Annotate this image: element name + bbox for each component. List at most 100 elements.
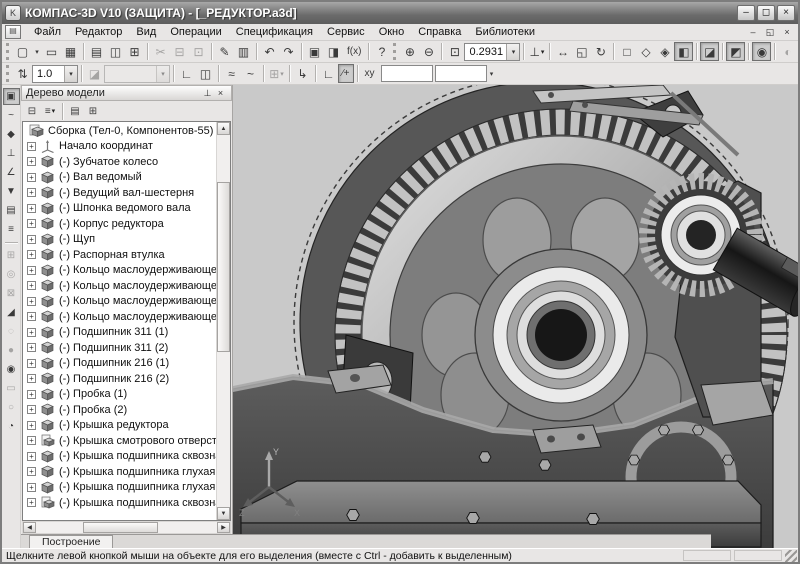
rib-operation-button[interactable]: ◉: [3, 361, 20, 378]
panel-header[interactable]: Дерево модели ⊥ ×: [21, 85, 232, 101]
toolbar-options-button[interactable]: ▾: [487, 64, 497, 83]
xy-indicator-button[interactable]: xy: [361, 64, 379, 83]
filters-panel-button[interactable]: ▼: [3, 183, 20, 200]
expand-icon[interactable]: +: [27, 235, 36, 244]
tree-item[interactable]: +(-) Вал ведомый: [23, 170, 216, 186]
scroll-up-icon[interactable]: ▲: [217, 122, 230, 135]
reports-panel-button[interactable]: ≡: [3, 221, 20, 238]
expand-icon[interactable]: +: [27, 421, 36, 430]
surfaces-panel-button[interactable]: ◆: [3, 126, 20, 143]
orientation-button[interactable]: ⊥▾: [527, 42, 546, 61]
scroll-right-icon[interactable]: ▶: [217, 522, 230, 533]
mdi-close-button[interactable]: ×: [780, 26, 794, 39]
menu-file[interactable]: Файл: [27, 25, 68, 39]
horizontal-scrollbar[interactable]: ◀ ▶: [22, 521, 231, 534]
change-step-button[interactable]: ⇅: [13, 64, 32, 83]
phantoms-mode-button[interactable]: ◫: [196, 64, 215, 83]
tree-item[interactable]: +(-) Щуп: [23, 232, 216, 248]
expand-icon[interactable]: +: [27, 297, 36, 306]
panel-close-icon[interactable]: ×: [214, 87, 227, 99]
expand-icon[interactable]: +: [27, 483, 36, 492]
measurements-panel-button[interactable]: ∠: [3, 164, 20, 181]
menu-window[interactable]: Окно: [372, 25, 412, 39]
expand-icon[interactable]: +: [27, 436, 36, 445]
tree-item[interactable]: +(-) Крышка подшипника глухая: [23, 464, 216, 480]
spline-tool-button[interactable]: ≈: [222, 64, 241, 83]
expand-icon[interactable]: +: [27, 452, 36, 461]
simplified-display-button[interactable]: ◉: [752, 42, 771, 61]
display-wireframe-button[interactable]: □: [617, 42, 636, 61]
expand-icon[interactable]: +: [27, 142, 36, 151]
menu-libraries[interactable]: Библиотеки: [468, 25, 542, 39]
tree-item[interactable]: +(-) Подшипник 216 (2): [23, 371, 216, 387]
tree-item[interactable]: +(-) Распорная втулка: [23, 247, 216, 263]
rotate-view-button[interactable]: ↻: [591, 42, 610, 61]
zoom-fit-button[interactable]: ◱: [572, 42, 591, 61]
expand-icon[interactable]: +: [27, 359, 36, 368]
expand-icon[interactable]: +: [27, 374, 36, 383]
resize-grip[interactable]: [785, 550, 797, 562]
tree-item[interactable]: +(-) Шпонка ведомого вала: [23, 201, 216, 217]
tree-root-item[interactable]: Сборка (Тел-0, Компонентов-55): [23, 123, 216, 139]
tab-construction[interactable]: Построение: [29, 535, 113, 548]
tree-item[interactable]: +(-) Корпус редуктора: [23, 216, 216, 232]
variables-button[interactable]: f(x): [343, 42, 365, 61]
mdi-restore-button[interactable]: ◱: [763, 26, 777, 39]
display-section-button[interactable]: ◩: [726, 42, 745, 61]
tree-item[interactable]: +(-) Кольцо маслоудерживающее 1 (2): [23, 294, 216, 310]
library-manager-button[interactable]: ◨: [324, 42, 343, 61]
local-frames-button[interactable]: ↳: [293, 64, 312, 83]
expand-icon[interactable]: +: [27, 266, 36, 275]
expand-icon[interactable]: +: [27, 204, 36, 213]
tree-item[interactable]: +(-) Крышка редуктора: [23, 418, 216, 434]
toolbar-grip[interactable]: [6, 43, 9, 60]
menu-editor[interactable]: Редактор: [68, 25, 129, 39]
relations-panel-button[interactable]: ▤: [66, 103, 84, 119]
snap-toggle-button[interactable]: ∕+: [338, 64, 354, 83]
tree-item[interactable]: +(-) Кольцо маслоудерживающее 1 (1): [23, 263, 216, 279]
expand-icon[interactable]: +: [27, 328, 36, 337]
expand-icon[interactable]: +: [27, 498, 36, 507]
scrollbar-thumb[interactable]: [83, 522, 158, 533]
mdi-minimize-button[interactable]: –: [746, 26, 760, 39]
grid-dropdown-icon[interactable]: ▾: [280, 70, 284, 78]
menu-service[interactable]: Сервис: [320, 25, 372, 39]
tree-item[interactable]: +(-) Кольцо маслоудерживающее 2 (1): [23, 278, 216, 294]
pan-button[interactable]: ↔: [553, 42, 572, 61]
tree-item[interactable]: +(-) Крышка подшипника сквозная: [23, 495, 216, 511]
print-preview-button[interactable]: ◫: [106, 42, 125, 61]
new-document-button[interactable]: ▢: [13, 42, 32, 61]
tree-item[interactable]: +(-) Зубчатое колесо: [23, 154, 216, 170]
open-document-button[interactable]: ▭: [42, 42, 61, 61]
tree-item[interactable]: +(-) Кольцо маслоудерживающее 2 (2): [23, 309, 216, 325]
expand-icon[interactable]: +: [27, 390, 36, 399]
undo-button[interactable]: ↶: [260, 42, 279, 61]
current-step[interactable]: 1.0▾: [32, 65, 78, 83]
spreadsheet-button[interactable]: ▥: [234, 42, 253, 61]
scroll-down-icon[interactable]: ▼: [217, 507, 230, 520]
orientation-dropdown-icon[interactable]: ▾: [541, 48, 545, 56]
expand-icon[interactable]: +: [27, 188, 36, 197]
main-bearing[interactable]: [475, 249, 647, 421]
expand-icon[interactable]: +: [27, 281, 36, 290]
zoom-in-button[interactable]: ⊕: [400, 42, 419, 61]
ortho-drawing-button[interactable]: ∟: [319, 64, 338, 83]
expand-icon[interactable]: +: [27, 467, 36, 476]
additional-tree-window-button[interactable]: ⊞: [84, 103, 102, 119]
new-document-menu-button[interactable]: ▾: [32, 42, 42, 61]
minimize-button[interactable]: –: [737, 5, 755, 21]
document-manager-button[interactable]: ▣: [305, 42, 324, 61]
tree-item[interactable]: +(-) Подшипник 216 (1): [23, 356, 216, 372]
print-button[interactable]: ▤: [87, 42, 106, 61]
current-step-dropdown-icon[interactable]: ▾: [64, 66, 77, 82]
zoom-out-button[interactable]: ⊖: [419, 42, 438, 61]
zoom-by-area-button[interactable]: ⊡: [445, 42, 464, 61]
save-document-button[interactable]: ▦: [61, 42, 80, 61]
toolbar-grip[interactable]: [6, 65, 9, 82]
fillet-operation-button[interactable]: ◢: [3, 304, 20, 321]
copy-properties-button[interactable]: ✎: [215, 42, 234, 61]
local-coordinate-system-button[interactable]: ∟: [177, 64, 196, 83]
expand-icon[interactable]: +: [27, 312, 36, 321]
auxiliary-geometry-panel-button[interactable]: ⊥: [3, 145, 20, 162]
tree-item[interactable]: +(-) Крышка подшипника сквозная: [23, 449, 216, 465]
